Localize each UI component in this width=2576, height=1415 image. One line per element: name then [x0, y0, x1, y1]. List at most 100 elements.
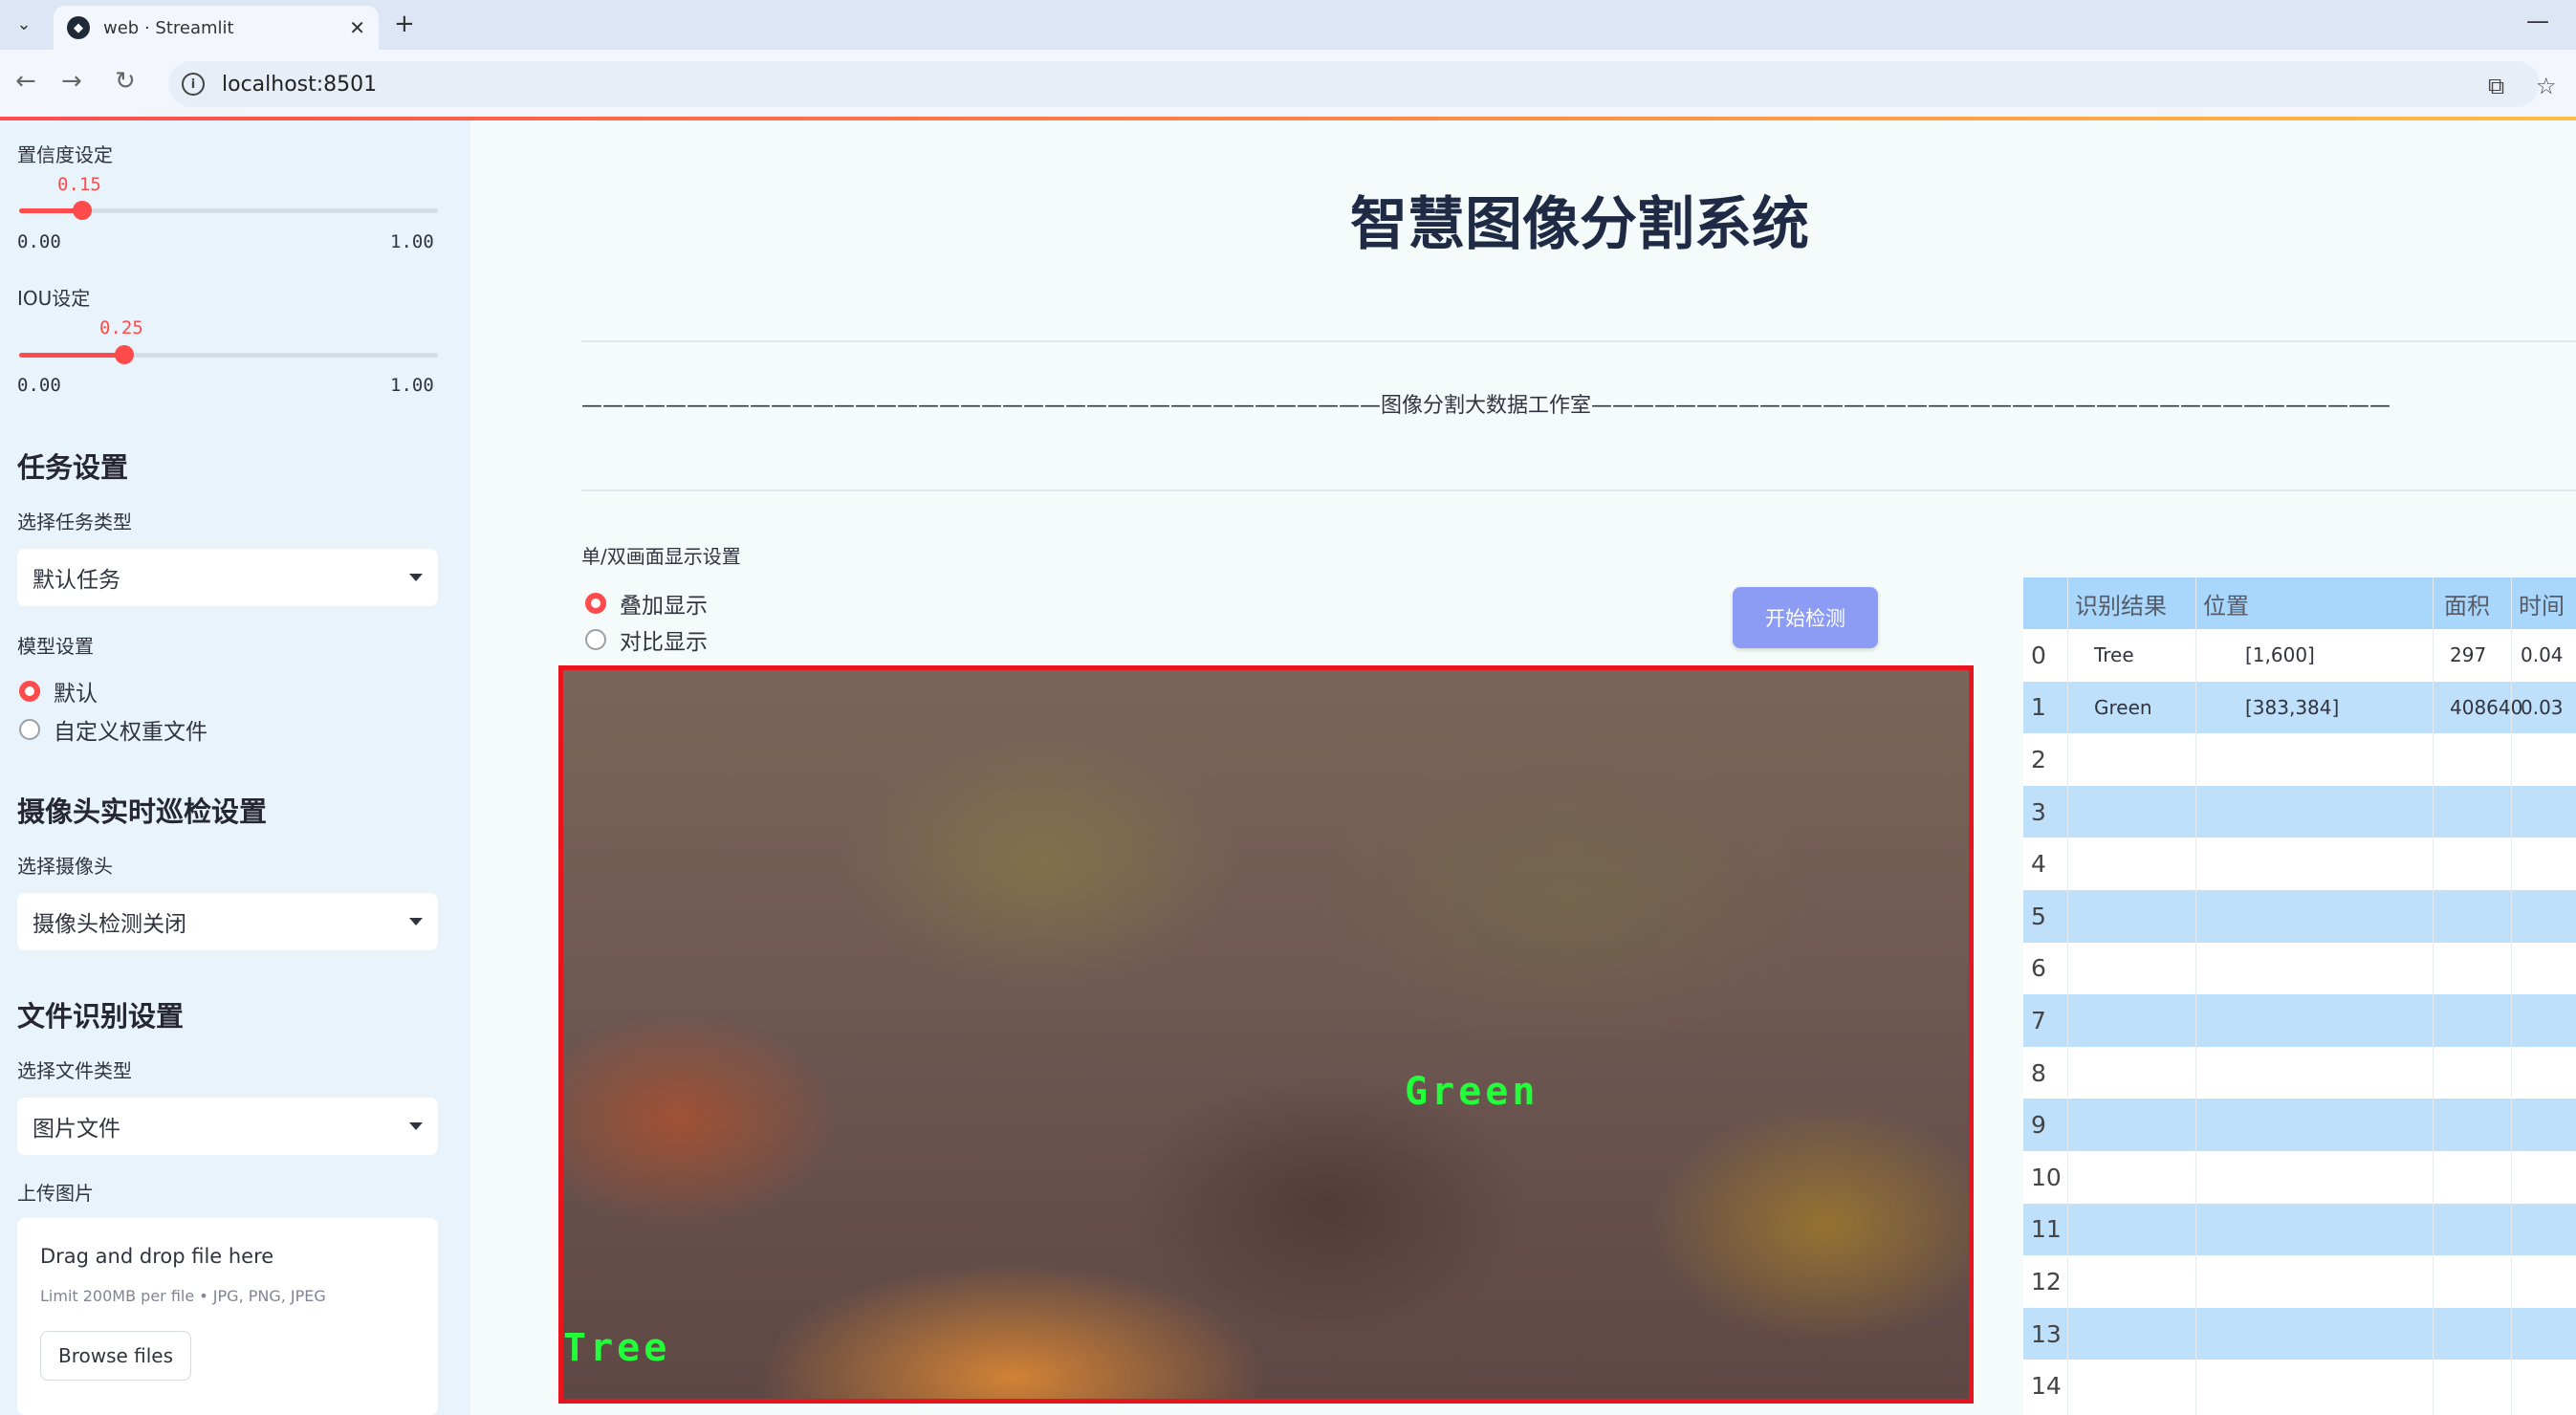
row-index: 13 — [2031, 1319, 2062, 1348]
browse-files-button[interactable]: Browse files — [40, 1331, 191, 1381]
site-info-icon[interactable]: i — [182, 73, 205, 96]
display-option-overlay: 叠加显示 — [620, 594, 708, 619]
page-title: 智慧图像分割系统 — [1350, 191, 1809, 258]
table-row[interactable]: 8 — [2023, 1047, 2576, 1099]
iou-slider-fill — [19, 353, 124, 358]
model-option-default: 默认 — [54, 682, 98, 707]
table-row[interactable]: 12 — [2023, 1255, 2576, 1308]
chevron-down-icon — [409, 574, 423, 581]
row-index: 11 — [2031, 1215, 2062, 1244]
divider-bottom — [581, 490, 2576, 491]
radio-unselected-icon — [19, 719, 40, 740]
col-header-result: 识别结果 — [2075, 592, 2167, 620]
model-radio-custom[interactable]: 自定义权重文件 — [19, 713, 207, 746]
confidence-slider[interactable] — [19, 201, 438, 220]
bookmark-star-icon[interactable]: ☆ — [2536, 73, 2557, 99]
confidence-slider-thumb[interactable] — [72, 201, 92, 220]
close-icon[interactable]: ✕ — [349, 16, 365, 39]
column-divider — [2195, 577, 2196, 1415]
confidence-max: 1.00 — [390, 231, 434, 252]
row-index: 8 — [2031, 1058, 2046, 1087]
model-label: 模型设置 — [17, 635, 94, 658]
table-row[interactable]: 11 — [2023, 1203, 2576, 1256]
display-radio-overlay[interactable]: 叠加显示 — [585, 587, 708, 620]
table-row[interactable]: 0 Tree [1,600] 297 0.04 — [2023, 629, 2576, 682]
display-radio-compare[interactable]: 对比显示 — [585, 623, 708, 656]
radio-selected-icon — [585, 593, 606, 614]
reload-icon[interactable]: ↻ — [115, 67, 136, 96]
file-type-select[interactable]: 图片文件 — [17, 1098, 438, 1155]
task-select-label: 选择任务类型 — [17, 511, 132, 533]
table-row[interactable]: 1 Green [383,384] 408640 0.03 — [2023, 681, 2576, 734]
studio-divider-text: ——————————————————————————————————————图像… — [581, 394, 2391, 418]
url-field[interactable]: i localhost:8501 — [168, 61, 2540, 107]
table-row[interactable]: 5 — [2023, 890, 2576, 943]
col-header-time: 时间 — [2519, 592, 2565, 620]
file-type-value: 图片文件 — [33, 1117, 120, 1142]
cell-result: Green — [2094, 695, 2152, 719]
cell-position: [1,600] — [2245, 643, 2315, 667]
browser-tabbar: ⌄ ◆ web · Streamlit ✕ + — — [0, 0, 2576, 50]
upload-label: 上传图片 — [17, 1182, 94, 1205]
iou-value: 0.25 — [99, 317, 143, 338]
column-divider — [2067, 577, 2068, 1415]
table-row[interactable]: 13 — [2023, 1307, 2576, 1361]
forward-icon[interactable]: → — [61, 67, 82, 96]
row-index: 4 — [2031, 850, 2046, 879]
chevron-down-icon — [409, 918, 423, 925]
row-index: 6 — [2031, 954, 2046, 983]
url-text[interactable]: localhost:8501 — [222, 73, 377, 97]
back-icon[interactable]: ← — [15, 67, 36, 96]
row-index: 12 — [2031, 1267, 2062, 1295]
cell-position: [383,384] — [2245, 695, 2340, 719]
col-header-area: 面积 — [2444, 592, 2490, 620]
column-divider — [2511, 577, 2512, 1415]
display-mode-label: 单/双画面显示设置 — [581, 545, 741, 568]
translate-icon[interactable]: ⧉ — [2488, 73, 2504, 99]
task-heading: 任务设置 — [17, 451, 129, 484]
table-row[interactable]: 4 — [2023, 838, 2576, 890]
iou-slider[interactable] — [19, 345, 438, 364]
model-radio-default[interactable]: 默认 — [19, 675, 98, 708]
column-divider — [2433, 577, 2434, 1415]
cell-area: 297 — [2450, 643, 2487, 667]
row-index: 0 — [2031, 641, 2046, 669]
camera-select-label: 选择摄像头 — [17, 855, 113, 878]
file-select-label: 选择文件类型 — [17, 1059, 132, 1082]
row-index: 14 — [2031, 1372, 2062, 1401]
camera-select[interactable]: 摄像头检测关闭 — [17, 893, 438, 950]
task-type-select[interactable]: 默认任务 — [17, 549, 438, 606]
dropzone-title: Drag and drop file here — [40, 1245, 274, 1268]
row-index: 7 — [2031, 1006, 2046, 1034]
detection-image-frame: Green Tree — [558, 665, 1974, 1404]
results-table[interactable]: 识别结果 位置 面积 时间 0 Tree [1,600] 297 0.04 1 Green[… — [2023, 577, 2576, 1415]
tab-title: web · Streamlit — [103, 17, 234, 38]
col-header-position: 位置 — [2203, 592, 2249, 620]
streamlit-favicon-icon: ◆ — [67, 16, 90, 39]
iou-slider-thumb[interactable] — [114, 345, 134, 364]
table-row[interactable]: 10 — [2023, 1151, 2576, 1204]
row-index: 10 — [2031, 1163, 2062, 1191]
start-detection-button[interactable]: 开始检测 — [1733, 587, 1878, 648]
table-row[interactable]: 3 — [2023, 785, 2576, 838]
tab-search-icon[interactable]: ⌄ — [8, 8, 40, 40]
new-tab-icon[interactable]: + — [394, 10, 415, 38]
minimize-icon[interactable]: — — [2526, 8, 2549, 34]
table-row[interactable]: 9 — [2023, 1099, 2576, 1151]
file-dropzone[interactable]: Drag and drop file here Limit 200MB per … — [17, 1218, 438, 1415]
row-index: 9 — [2031, 1111, 2046, 1140]
radio-unselected-icon — [585, 629, 606, 650]
table-row[interactable]: 14 — [2023, 1360, 2576, 1412]
cell-time: 0.04 — [2521, 643, 2564, 667]
table-row[interactable]: 6 — [2023, 943, 2576, 995]
detection-label-tree: Tree — [563, 1326, 671, 1370]
task-type-value: 默认任务 — [33, 568, 120, 593]
row-index: 3 — [2031, 797, 2046, 826]
table-row[interactable]: 7 — [2023, 994, 2576, 1047]
browser-tab[interactable]: ◆ web · Streamlit ✕ — [54, 6, 379, 50]
detection-label-green: Green — [1405, 1070, 1539, 1114]
dropzone-subtitle: Limit 200MB per file • JPG, PNG, JPEG — [40, 1287, 326, 1305]
cell-result: Tree — [2094, 643, 2134, 667]
row-index: 2 — [2031, 745, 2046, 773]
table-row[interactable]: 2 — [2023, 733, 2576, 786]
